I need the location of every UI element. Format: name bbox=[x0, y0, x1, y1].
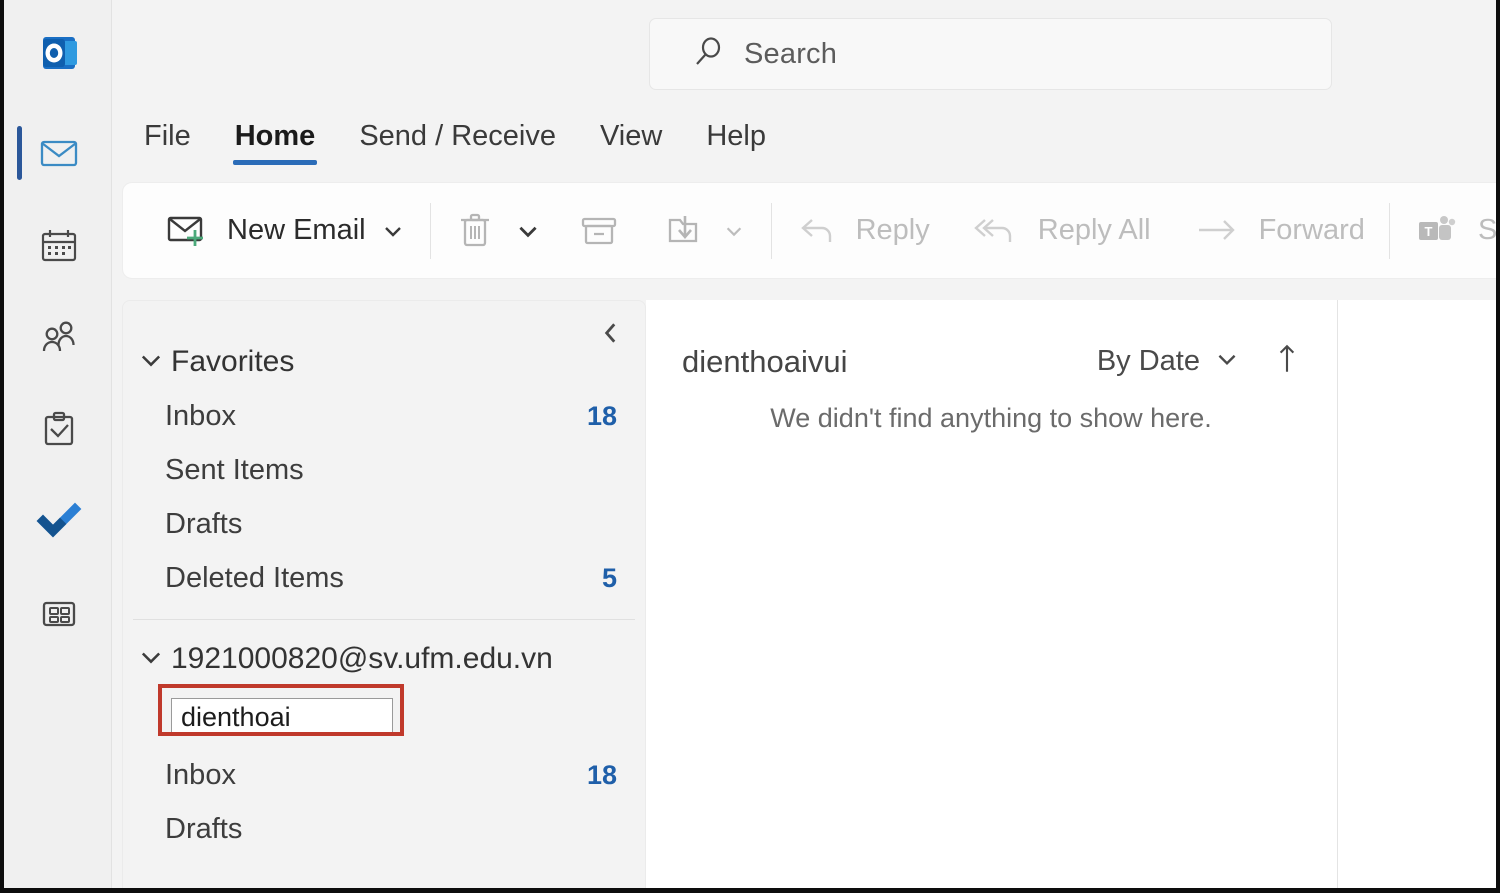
outlook-logo-icon bbox=[34, 28, 84, 78]
message-list-folder-title: dienthoaivui bbox=[682, 343, 848, 379]
folder-group-title: Favorites bbox=[171, 345, 295, 378]
rail-item-mail[interactable] bbox=[26, 122, 92, 184]
search-input[interactable]: Search bbox=[744, 38, 837, 71]
reply-all-button[interactable]: Reply All bbox=[966, 198, 1157, 264]
tab-view[interactable]: View bbox=[578, 116, 684, 156]
tab-send-receive[interactable]: Send / Receive bbox=[337, 116, 578, 156]
rail-item-people[interactable] bbox=[26, 306, 92, 368]
outlook-window: Search File Home Send / Receive View Hel… bbox=[0, 0, 1500, 893]
folder-unread-count: 18 bbox=[586, 759, 617, 790]
app-rail bbox=[4, 0, 112, 888]
move-dropdown-chevron-down-icon[interactable] bbox=[721, 198, 747, 264]
folder-label: Drafts bbox=[165, 812, 243, 845]
ribbon-separator-1 bbox=[429, 202, 431, 259]
reply-icon bbox=[796, 210, 842, 252]
sort-by-label[interactable]: By Date bbox=[1097, 345, 1200, 378]
archive-button[interactable] bbox=[571, 198, 627, 264]
trash-icon bbox=[455, 210, 495, 252]
rail-item-tasks[interactable] bbox=[26, 398, 92, 460]
message-list-pane: dienthoaivui By Date We didn't find anyt… bbox=[646, 300, 1336, 888]
folder-item-inbox-account[interactable]: Inbox 18 bbox=[123, 748, 645, 802]
envelope-icon bbox=[40, 140, 78, 167]
tab-help[interactable]: Help bbox=[684, 116, 788, 156]
new-email-button[interactable]: New Email bbox=[159, 198, 412, 264]
chevron-down-icon[interactable] bbox=[1214, 346, 1240, 377]
folder-item-inbox-favorite[interactable]: Inbox 18 bbox=[123, 389, 645, 443]
rail-item-calendar[interactable] bbox=[26, 214, 92, 276]
forward-arrow-icon bbox=[1193, 210, 1245, 252]
ribbon-tabs: File Home Send / Receive View Help bbox=[122, 116, 788, 172]
move-to-folder-icon bbox=[663, 210, 707, 252]
calendar-icon bbox=[41, 230, 77, 262]
folder-group-favorites-header[interactable]: Favorites bbox=[123, 335, 645, 389]
reply-all-label: Reply All bbox=[1037, 214, 1151, 246]
folder-label: Inbox bbox=[165, 399, 236, 432]
rail-item-apps[interactable] bbox=[26, 582, 92, 644]
search-bar[interactable]: Search bbox=[649, 18, 1332, 90]
rail-selection-indicator bbox=[17, 126, 22, 180]
rail-item-todo[interactable] bbox=[26, 490, 92, 552]
arrow-up-icon[interactable] bbox=[1274, 342, 1300, 381]
tab-home[interactable]: Home bbox=[213, 116, 338, 165]
tab-file[interactable]: File bbox=[122, 116, 213, 156]
share-to-teams-label: Sh bbox=[1477, 214, 1498, 246]
folder-label: Deleted Items bbox=[165, 561, 344, 594]
folder-label: Drafts bbox=[165, 507, 243, 540]
forward-button[interactable]: Forward bbox=[1187, 198, 1371, 264]
chevron-down-icon bbox=[137, 643, 165, 676]
archive-icon bbox=[577, 210, 621, 252]
account-name-label: 1921000820@sv.ufm.edu.vn bbox=[171, 642, 553, 675]
reply-label: Reply bbox=[855, 214, 930, 246]
blue-check-icon bbox=[36, 502, 82, 538]
forward-label: Forward bbox=[1258, 214, 1365, 246]
folder-group-account-header[interactable]: 1921000820@sv.ufm.edu.vn bbox=[123, 632, 645, 686]
people-icon bbox=[42, 321, 75, 352]
ribbon-toolbar: New Email Reply Reply All Forward T S bbox=[122, 182, 1498, 279]
delete-button[interactable] bbox=[449, 198, 501, 264]
reading-pane bbox=[1337, 300, 1496, 888]
folder-unread-count: 18 bbox=[586, 400, 617, 431]
folder-pane: Favorites Inbox 18 Sent Items Drafts Del… bbox=[122, 300, 646, 888]
message-list-header: dienthoaivui By Date bbox=[646, 300, 1336, 381]
ribbon-separator-3 bbox=[1388, 202, 1390, 259]
new-email-dropdown-chevron-down-icon[interactable] bbox=[380, 198, 406, 264]
teams-icon: T bbox=[1414, 210, 1464, 252]
share-to-teams-button[interactable]: T Sh bbox=[1408, 198, 1498, 264]
ribbon-separator-2 bbox=[770, 202, 772, 259]
folder-item-deleted-items[interactable]: Deleted Items 5 bbox=[123, 551, 645, 605]
new-folder-name-field-wrapper: dienthoai bbox=[158, 684, 413, 744]
folder-label: Inbox bbox=[165, 758, 236, 791]
folder-item-sent-items[interactable]: Sent Items bbox=[123, 443, 645, 497]
message-list-sort-controls: By Date bbox=[1097, 342, 1300, 381]
reply-button[interactable]: Reply bbox=[790, 198, 936, 264]
delete-dropdown-chevron-down-icon[interactable] bbox=[515, 198, 541, 264]
svg-text:T: T bbox=[1424, 224, 1432, 239]
move-button[interactable] bbox=[657, 198, 753, 264]
chevron-left-icon bbox=[598, 320, 624, 351]
folder-pane-divider bbox=[133, 619, 635, 620]
chevron-down-icon bbox=[137, 346, 165, 379]
reply-all-icon bbox=[972, 210, 1024, 252]
new-mail-icon bbox=[165, 210, 213, 252]
collapse-folder-pane-button[interactable] bbox=[591, 315, 631, 355]
folder-label: Sent Items bbox=[165, 453, 304, 486]
folder-item-drafts-favorite[interactable]: Drafts bbox=[123, 497, 645, 551]
message-list-empty-state: We didn't find anything to show here. bbox=[770, 403, 1212, 433]
clipboard-check-icon bbox=[44, 411, 74, 446]
new-email-label: New Email bbox=[227, 214, 366, 246]
annotation-highlight-box bbox=[158, 684, 404, 736]
folder-unread-count: 5 bbox=[601, 562, 617, 593]
search-icon bbox=[692, 35, 726, 74]
apps-grid-icon bbox=[42, 601, 76, 627]
folder-item-drafts-account[interactable]: Drafts bbox=[123, 802, 645, 856]
